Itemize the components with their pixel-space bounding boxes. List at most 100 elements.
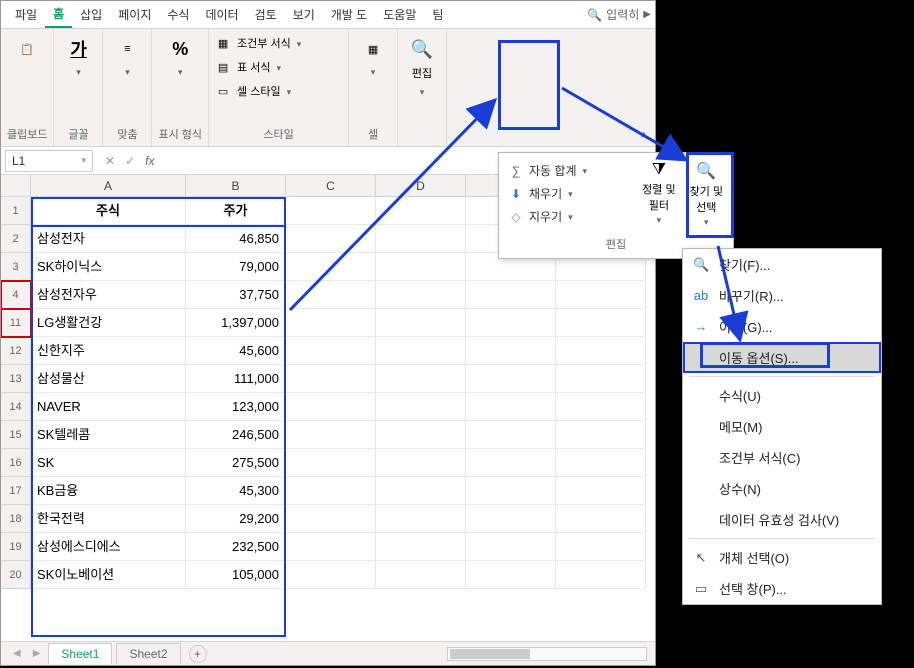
cell[interactable] (556, 533, 646, 561)
row-header-12[interactable]: 12 (1, 337, 31, 365)
cell[interactable]: 275,500 (186, 449, 286, 477)
align-button[interactable]: ≡ ▾ (109, 33, 145, 82)
cell[interactable]: 246,500 (186, 421, 286, 449)
sheet-tab-2[interactable]: Sheet2 (116, 643, 180, 664)
cell[interactable] (376, 505, 466, 533)
cell[interactable]: 삼성물산 (31, 365, 186, 393)
cell[interactable] (376, 393, 466, 421)
cell[interactable] (376, 281, 466, 309)
cell[interactable]: 105,000 (186, 561, 286, 589)
col-header-c[interactable]: C (286, 175, 376, 197)
clear-button[interactable]: ◇ 지우기 ▾ (505, 205, 632, 228)
format-as-table-button[interactable]: ▤ 표 서식 ▾ (215, 57, 281, 77)
cell[interactable] (466, 393, 556, 421)
sheet-tab-1[interactable]: Sheet1 (48, 643, 112, 664)
cell[interactable] (466, 309, 556, 337)
cell[interactable] (286, 281, 376, 309)
cell[interactable] (466, 449, 556, 477)
cell-styles-button[interactable]: ▭ 셀 스타일 ▾ (215, 81, 291, 101)
cell[interactable] (556, 477, 646, 505)
cell[interactable] (376, 253, 466, 281)
cell[interactable] (466, 281, 556, 309)
tab-page-layout[interactable]: 페이지 (110, 2, 159, 27)
font-button[interactable]: 가 ▾ (60, 33, 96, 82)
cell[interactable] (286, 533, 376, 561)
cell[interactable] (286, 309, 376, 337)
cell[interactable] (286, 505, 376, 533)
cell[interactable] (466, 533, 556, 561)
cell[interactable]: 46,850 (186, 225, 286, 253)
row-header-1[interactable]: 1 (1, 197, 31, 225)
find-select-button[interactable]: 🔍 찾기 및 선택 ▾ (686, 159, 727, 230)
cell[interactable]: 37,750 (186, 281, 286, 309)
cell[interactable]: SK하이닉스 (31, 253, 186, 281)
cell[interactable] (466, 505, 556, 533)
cell[interactable]: 주가 (186, 197, 286, 225)
cell[interactable]: 주식 (31, 197, 186, 225)
cell[interactable]: 신한지주 (31, 337, 186, 365)
menu-selection-pane[interactable]: ▭선택 창(P)... (683, 573, 881, 604)
add-sheet-button[interactable]: + (189, 645, 207, 663)
sheet-nav-prev[interactable]: ◀ (9, 648, 25, 659)
row-header-20[interactable]: 20 (1, 561, 31, 589)
row-header-13[interactable]: 13 (1, 365, 31, 393)
cell[interactable] (466, 477, 556, 505)
cell[interactable] (376, 449, 466, 477)
cell[interactable]: SK텔레콤 (31, 421, 186, 449)
cell[interactable] (466, 337, 556, 365)
cell[interactable] (286, 197, 376, 225)
cell[interactable]: 삼성전자 (31, 225, 186, 253)
cell[interactable] (376, 225, 466, 253)
cell[interactable] (376, 421, 466, 449)
fill-button[interactable]: ⬇ 채우기 ▾ (505, 182, 632, 205)
cell[interactable]: 삼성전자우 (31, 281, 186, 309)
row-header-14[interactable]: 14 (1, 393, 31, 421)
cell[interactable]: 45,600 (186, 337, 286, 365)
cell[interactable]: LG생활건강 (31, 309, 186, 337)
cell[interactable] (376, 309, 466, 337)
row-header-2[interactable]: 2 (1, 225, 31, 253)
cell[interactable] (286, 225, 376, 253)
cell[interactable] (466, 421, 556, 449)
horizontal-scrollbar[interactable] (447, 647, 647, 661)
tab-home[interactable]: 홈 (45, 1, 72, 28)
tab-insert[interactable]: 삽입 (72, 2, 110, 27)
cell[interactable]: 232,500 (186, 533, 286, 561)
tell-me-search[interactable]: 🔍 입력히 ▶ (587, 6, 655, 23)
cell[interactable] (556, 309, 646, 337)
col-header-a[interactable]: A (31, 175, 186, 197)
cell[interactable]: 45,300 (186, 477, 286, 505)
cell[interactable] (286, 365, 376, 393)
name-box[interactable]: L1 ▾ (5, 150, 93, 172)
cell[interactable]: 111,000 (186, 365, 286, 393)
editing-button[interactable]: 🔍 편집 ▾ (404, 33, 440, 102)
cell[interactable] (286, 421, 376, 449)
cell[interactable] (286, 449, 376, 477)
tab-developer[interactable]: 개발 도 (323, 2, 375, 27)
cell[interactable] (376, 337, 466, 365)
row-header-11[interactable]: 11 (1, 309, 31, 337)
cell[interactable]: 삼성에스디에스 (31, 533, 186, 561)
cell[interactable]: KB금융 (31, 477, 186, 505)
paste-button[interactable]: 📋 (9, 33, 45, 65)
tab-review[interactable]: 검토 (247, 2, 285, 27)
cell[interactable] (376, 561, 466, 589)
menu-validation[interactable]: 데이터 유효성 검사(V) (683, 504, 881, 535)
row-header-15[interactable]: 15 (1, 421, 31, 449)
cell[interactable] (466, 365, 556, 393)
cell[interactable] (556, 393, 646, 421)
cell[interactable]: SK (31, 449, 186, 477)
tab-formulas[interactable]: 수식 (159, 2, 197, 27)
menu-comments[interactable]: 메모(M) (683, 411, 881, 442)
col-header-b[interactable]: B (186, 175, 286, 197)
cells-button[interactable]: ▦ ▾ (355, 33, 391, 82)
collapse-ribbon-icon[interactable]: ˄ (641, 130, 647, 142)
row-header-17[interactable]: 17 (1, 477, 31, 505)
cell[interactable] (286, 393, 376, 421)
cell[interactable] (556, 561, 646, 589)
number-format-button[interactable]: % ▾ (162, 33, 198, 82)
menu-cond-fmt[interactable]: 조건부 서식(C) (683, 442, 881, 473)
menu-goto[interactable]: →이동(G)... (683, 311, 881, 342)
cell[interactable] (466, 561, 556, 589)
cell[interactable] (556, 281, 646, 309)
